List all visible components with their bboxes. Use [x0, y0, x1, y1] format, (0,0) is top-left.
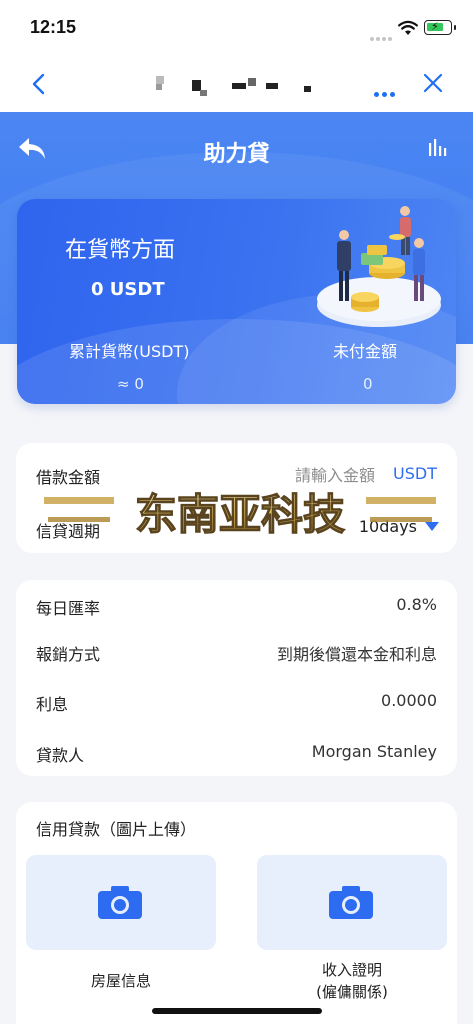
- upload-income-proof-button[interactable]: [257, 855, 447, 950]
- chevron-left-icon[interactable]: [28, 70, 50, 98]
- interest-label: 利息: [36, 695, 69, 714]
- daily-rate-label: 每日匯率: [36, 599, 101, 618]
- loan-summary-card: 在貨幣方面 0 USDT 累計貨幣(USDT) ≈ 0 未付金額 0: [17, 199, 456, 404]
- watermark-text: 东南亚科技: [135, 490, 345, 539]
- status-bar: 12:15 ⚡: [0, 0, 473, 56]
- more-dots-icon[interactable]: [374, 82, 398, 101]
- page-url-redacted: [148, 70, 328, 100]
- summary-title: 在貨幣方面: [65, 238, 176, 263]
- battery-icon: ⚡: [424, 20, 456, 35]
- income-proof-caption: 收入證明 (僱傭關係): [257, 959, 447, 1003]
- page-title: 助力貸: [203, 142, 270, 167]
- camera-icon: [98, 886, 142, 919]
- repayment-method-value: 到期後償還本金和利息: [276, 645, 437, 664]
- repayment-method-label: 報銷方式: [36, 645, 101, 664]
- wifi-icon: [398, 20, 418, 35]
- watermark-logo: 东南亚科技: [44, 489, 436, 540]
- home-indicator: [152, 1008, 322, 1014]
- income-proof-caption-line1: 收入證明: [321, 961, 382, 979]
- cellular-signal-icon: [370, 26, 394, 45]
- daily-rate-value: 0.8%: [396, 595, 437, 614]
- bar-chart-icon[interactable]: [428, 137, 450, 157]
- cumulative-value: ≈ 0: [117, 375, 144, 393]
- upload-title: 信用貸款（圖片上傳）: [36, 820, 197, 839]
- interest-value: 0.0000: [381, 691, 437, 710]
- web-nav-bar: [0, 56, 473, 112]
- business-people-coins-illustration: [317, 206, 441, 327]
- unpaid-label: 未付金額: [333, 342, 398, 361]
- cumulative-label: 累計貨幣(USDT): [69, 342, 190, 361]
- status-time: 12:15: [30, 17, 77, 37]
- close-icon[interactable]: [422, 72, 444, 94]
- income-proof-caption-line2: (僱傭關係): [316, 983, 388, 1001]
- loan-amount-label: 借款金額: [36, 468, 101, 487]
- summary-amount: 0 USDT: [91, 279, 165, 300]
- amount-unit: USDT: [393, 464, 437, 483]
- credit-upload-card: 信用貸款（圖片上傳） 房屋信息 收入證明 (僱傭關係): [16, 802, 457, 1024]
- camera-icon: [329, 886, 373, 919]
- unpaid-value: 0: [363, 375, 373, 393]
- loan-amount-input[interactable]: [205, 463, 375, 487]
- loan-info-card: 每日匯率 0.8% 報銷方式 到期後償還本金和利息 利息 0.0000 貸款人 …: [16, 580, 457, 776]
- upload-house-info-button[interactable]: [26, 855, 216, 950]
- house-info-caption: 房屋信息: [90, 972, 151, 990]
- lender-value: Morgan Stanley: [311, 742, 437, 761]
- lender-label: 貸款人: [36, 746, 85, 765]
